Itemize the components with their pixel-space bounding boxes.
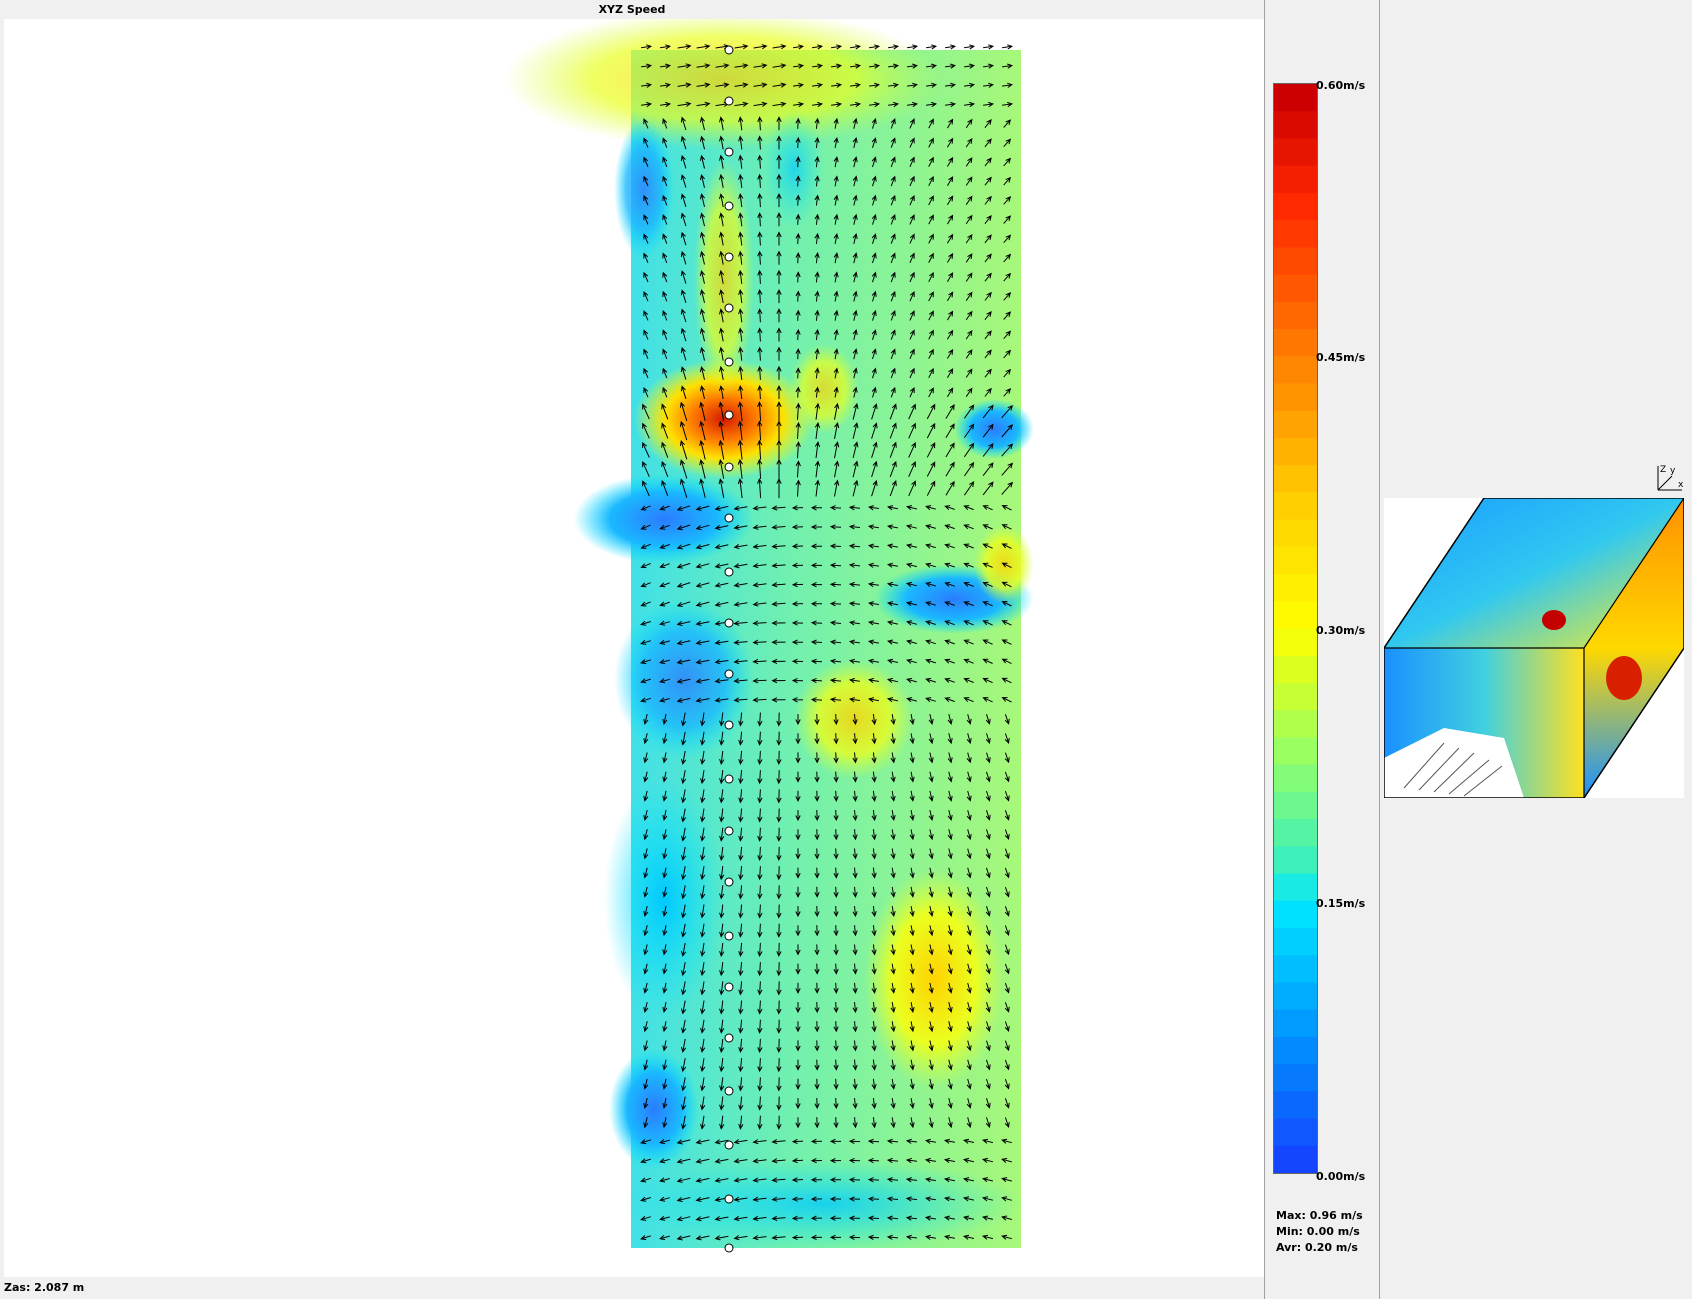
3d-overview-view[interactable] bbox=[1383, 497, 1685, 799]
min-speed: Min: 0.00 m/s bbox=[1276, 1225, 1360, 1238]
axis-y-label: y bbox=[1670, 466, 1676, 476]
probe-point[interactable] bbox=[724, 45, 734, 55]
scale-label-min: 0.00m/s bbox=[1316, 1170, 1366, 1183]
probe-point[interactable] bbox=[724, 877, 734, 887]
probe-point[interactable] bbox=[724, 201, 734, 211]
probe-point[interactable] bbox=[724, 462, 734, 472]
statistics: Max: 0.96 m/s Min: 0.00 m/s Avr: 0.20 m/… bbox=[1276, 1208, 1363, 1256]
axis-z-label: Z bbox=[1660, 465, 1666, 475]
probe-point[interactable] bbox=[724, 252, 734, 262]
probe-point[interactable] bbox=[724, 567, 734, 577]
scale-label: 0.45m/s bbox=[1316, 351, 1366, 364]
velocity-arrow bbox=[926, 44, 938, 50]
plot-title: XYZ Speed bbox=[598, 3, 666, 16]
scale-label: 0.30m/s bbox=[1316, 624, 1366, 637]
velocity-field[interactable] bbox=[4, 9, 1264, 1277]
probe-point[interactable] bbox=[724, 1194, 734, 1204]
axis-x-label: x bbox=[1678, 480, 1684, 490]
probe-point[interactable] bbox=[724, 147, 734, 157]
panel-divider[interactable] bbox=[1379, 0, 1380, 1299]
probe-point[interactable] bbox=[724, 357, 734, 367]
probe-point[interactable] bbox=[724, 618, 734, 628]
panel-divider[interactable] bbox=[1264, 0, 1265, 1299]
probe-point[interactable] bbox=[724, 96, 734, 106]
probe-point[interactable] bbox=[724, 720, 734, 730]
scale-label-max: 0.60m/s bbox=[1316, 79, 1366, 92]
probe-point[interactable] bbox=[724, 410, 734, 420]
probe-point[interactable] bbox=[724, 982, 734, 992]
probe-point[interactable] bbox=[724, 774, 734, 784]
probe-point[interactable] bbox=[724, 303, 734, 313]
status-bar-text: Zas: 2.087 m bbox=[4, 1281, 85, 1294]
velocity-arrow bbox=[983, 44, 995, 50]
probe-point[interactable] bbox=[724, 669, 734, 679]
scale-label: 0.15m/s bbox=[1316, 897, 1366, 910]
probe-point[interactable] bbox=[724, 1086, 734, 1096]
probe-point[interactable] bbox=[724, 826, 734, 836]
color-scale-bar bbox=[1273, 83, 1318, 1174]
probe-point[interactable] bbox=[724, 513, 734, 523]
probe-point[interactable] bbox=[724, 1243, 734, 1253]
axis-indicator-icon: Z y x bbox=[1652, 462, 1686, 499]
velocity-arrow bbox=[1002, 44, 1014, 50]
probe-point[interactable] bbox=[724, 931, 734, 941]
plot-canvas[interactable] bbox=[4, 9, 1264, 1277]
velocity-arrow bbox=[964, 44, 976, 50]
probe-point[interactable] bbox=[724, 1033, 734, 1043]
max-speed: Max: 0.96 m/s bbox=[1276, 1209, 1363, 1222]
speed-field bbox=[504, 9, 1034, 1249]
avg-speed: Avr: 0.20 m/s bbox=[1276, 1241, 1358, 1254]
probe-point[interactable] bbox=[724, 1140, 734, 1150]
velocity-arrow bbox=[945, 44, 957, 50]
